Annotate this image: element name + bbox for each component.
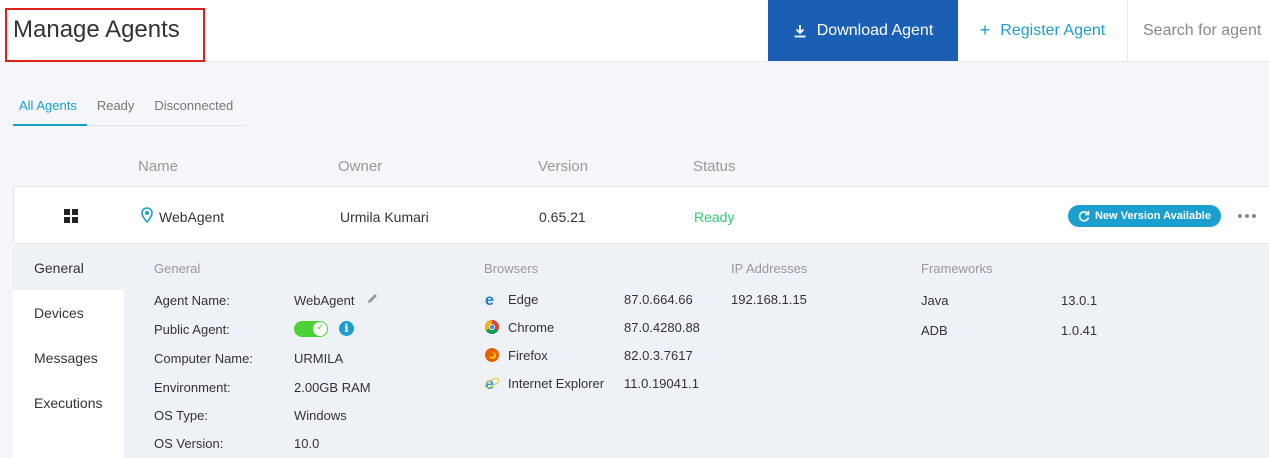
agent-name-label: Agent Name: xyxy=(154,293,230,308)
download-agent-button[interactable]: Download Agent xyxy=(768,0,958,61)
computer-name-value: URMILA xyxy=(294,351,344,366)
browser-version: 87.0.4280.88 xyxy=(624,320,700,335)
table-row[interactable]: WebAgent Urmila Kumari 0.65.21 Ready New… xyxy=(13,186,1269,244)
check-icon: ✓ xyxy=(316,322,324,332)
ie-icon: e xyxy=(484,376,500,391)
browser-version: 11.0.19041.1 xyxy=(624,376,699,391)
plus-icon: + xyxy=(979,20,991,40)
agent-filter-tabs: All Agents Ready Disconnected xyxy=(13,88,245,126)
register-agent-button[interactable]: + Register Agent xyxy=(958,0,1128,61)
agent-version: 0.65.21 xyxy=(539,209,586,225)
search-input[interactable] xyxy=(1129,0,1269,61)
agent-name[interactable]: WebAgent xyxy=(159,209,224,225)
manage-agents-page: Manage Agents Download Agent + Register … xyxy=(0,0,1269,458)
framework-version: 13.0.1 xyxy=(1061,293,1098,308)
browser-version: 82.0.3.7617 xyxy=(624,348,693,363)
chrome-icon xyxy=(485,320,499,334)
os-version-value: 10.0 xyxy=(294,436,320,451)
detail-side-nav: General Devices Messages Executions xyxy=(13,245,124,458)
tab-all-agents[interactable]: All Agents xyxy=(13,88,87,126)
svg-text:e: e xyxy=(485,292,494,307)
browser-name: Internet Explorer xyxy=(508,376,605,391)
refresh-icon xyxy=(1078,211,1090,222)
public-agent-label: Public Agent: xyxy=(154,322,230,337)
more-options-icon[interactable] xyxy=(1238,214,1256,218)
register-agent-label: Register Agent xyxy=(1000,21,1106,39)
agent-owner: Urmila Kumari xyxy=(340,209,429,225)
environment-label: Environment: xyxy=(154,380,231,395)
column-header-version[interactable]: Version xyxy=(538,158,588,175)
browser-name: Chrome xyxy=(508,320,555,335)
download-icon xyxy=(794,24,806,37)
page-header: Manage Agents Download Agent + Register … xyxy=(0,0,1269,62)
new-version-label: New Version Available xyxy=(1095,210,1211,222)
side-nav-devices[interactable]: Devices xyxy=(13,290,124,335)
page-title: Manage Agents xyxy=(13,16,180,43)
frameworks-section-title: Frameworks xyxy=(921,261,993,276)
edit-pencil-icon[interactable] xyxy=(366,292,379,305)
general-section-title: General xyxy=(154,261,201,276)
framework-version: 1.0.41 xyxy=(1061,323,1098,338)
ip-section-title: IP Addresses xyxy=(731,261,808,276)
browser-version: 87.0.664.66 xyxy=(624,292,693,307)
framework-name: Java xyxy=(921,293,949,308)
windows-icon xyxy=(64,209,78,223)
side-nav-executions[interactable]: Executions xyxy=(13,380,124,425)
column-header-name[interactable]: Name xyxy=(138,158,178,175)
os-type-value: Windows xyxy=(294,408,347,423)
firefox-icon xyxy=(485,348,499,362)
column-header-owner[interactable]: Owner xyxy=(338,158,382,175)
side-nav-messages[interactable]: Messages xyxy=(13,335,124,380)
download-agent-label: Download Agent xyxy=(816,21,934,39)
agent-detail-panel: General Devices Messages Executions Gene… xyxy=(13,245,1269,458)
ip-address-value: 192.168.1.15 xyxy=(731,292,807,307)
column-header-status[interactable]: Status xyxy=(693,158,736,175)
location-pin-icon xyxy=(141,207,153,223)
os-version-label: OS Version: xyxy=(154,436,224,451)
agent-name-value: WebAgent xyxy=(294,293,355,308)
tab-disconnected[interactable]: Disconnected xyxy=(144,88,243,126)
edge-icon: e xyxy=(485,292,494,307)
computer-name-label: Computer Name: xyxy=(154,351,253,366)
side-nav-general[interactable]: General xyxy=(13,245,124,290)
environment-value: 2.00GB RAM xyxy=(294,380,371,395)
info-icon[interactable]: i xyxy=(339,321,354,336)
tab-ready[interactable]: Ready xyxy=(87,88,145,126)
framework-name: ADB xyxy=(921,323,948,338)
browsers-section-title: Browsers xyxy=(484,261,539,276)
os-type-label: OS Type: xyxy=(154,408,208,423)
browser-name: Edge xyxy=(508,292,539,307)
status-badge: Ready xyxy=(694,209,735,225)
new-version-button[interactable]: New Version Available xyxy=(1068,205,1221,227)
browser-name: Firefox xyxy=(508,348,548,363)
public-agent-toggle[interactable]: ✓ xyxy=(294,321,328,337)
